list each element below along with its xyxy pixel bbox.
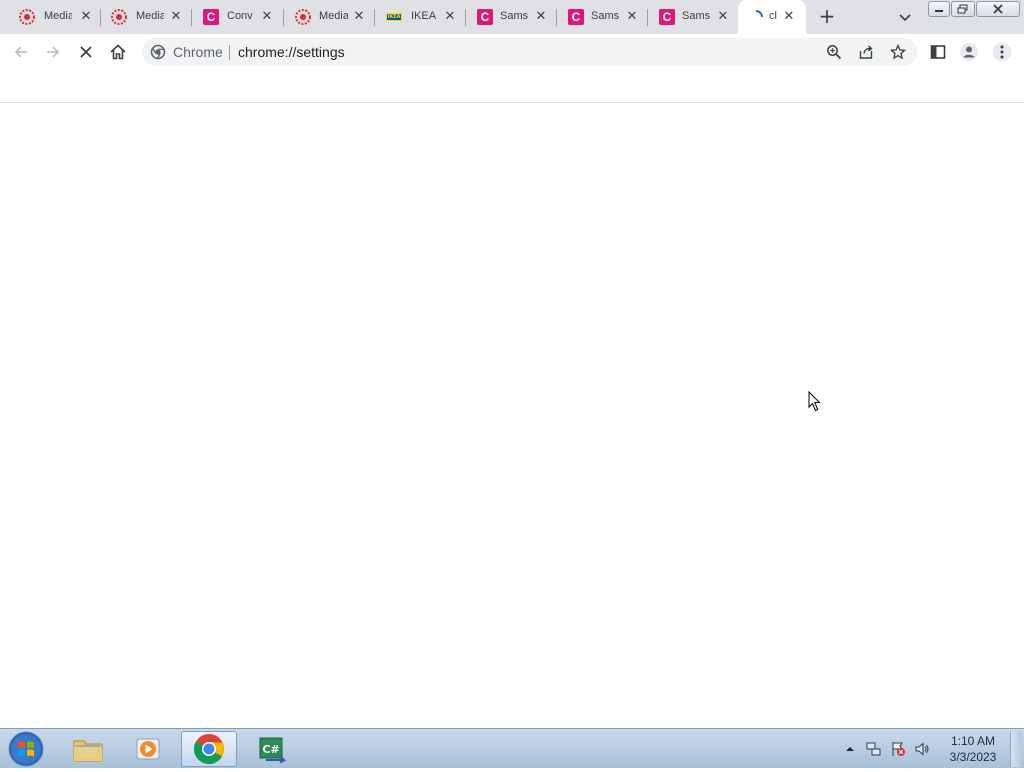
close-icon[interactable]: ✕	[260, 10, 274, 24]
action-center-flag-icon[interactable]	[890, 741, 906, 757]
bookmark-star-icon[interactable]	[889, 43, 907, 61]
home-icon	[110, 44, 126, 60]
mediamarkt-icon	[19, 9, 35, 25]
chrome-icon	[193, 734, 225, 765]
page-content	[0, 103, 1024, 728]
url-text[interactable]: chrome://settings	[238, 44, 345, 60]
close-icon	[993, 4, 1003, 14]
start-button[interactable]	[6, 730, 46, 768]
ikea-icon: IKEA	[386, 13, 402, 21]
mouse-cursor-icon	[808, 390, 822, 412]
toolbar: Chrome chrome://settings	[0, 34, 1024, 70]
close-icon[interactable]: ✕	[782, 10, 796, 24]
csharp-icon: C#	[259, 737, 287, 763]
kebab-menu-icon	[992, 42, 1012, 62]
tab-strip: Media ✕ Media ✕ C Conv ✕ Media ✕ IKEA IK…	[0, 0, 1024, 34]
tab-title: IKEA	[411, 10, 437, 22]
arrow-left-icon	[14, 46, 27, 58]
close-icon[interactable]: ✕	[352, 10, 366, 24]
tab-search-button[interactable]	[896, 8, 914, 26]
settings-header	[0, 70, 1024, 103]
tab-media-2[interactable]: Media ✕	[100, 0, 191, 34]
site-chip: Chrome	[173, 44, 223, 60]
back-button[interactable]	[11, 42, 31, 62]
network-icon[interactable]	[866, 741, 882, 757]
tab-sams-2[interactable]: C Sams ✕	[557, 0, 648, 34]
chrome-menu-button[interactable]	[992, 42, 1012, 62]
close-icon[interactable]: ✕	[169, 10, 183, 24]
csharp-label: C#	[262, 743, 279, 756]
taskbar: C# 1:10 AM 3/3/2023	[0, 728, 1024, 768]
close-icon[interactable]: ✕	[443, 10, 457, 24]
profile-avatar-icon	[960, 43, 978, 61]
chrome-window: Media ✕ Media ✕ C Conv ✕ Media ✕ IKEA IK…	[0, 0, 1024, 728]
tab-sams-1[interactable]: C Sams ✕	[466, 0, 557, 34]
taskbar-clock[interactable]: 1:10 AM 3/3/2023	[940, 733, 1006, 765]
close-icon[interactable]: ✕	[534, 10, 548, 24]
forward-button[interactable]	[43, 42, 63, 62]
clock-time: 1:10 AM	[950, 734, 996, 748]
zoom-icon[interactable]	[825, 43, 843, 61]
show-desktop-button[interactable]	[1010, 731, 1022, 767]
close-icon[interactable]: ✕	[79, 10, 93, 24]
media-player-icon	[136, 738, 160, 760]
c-brand-icon: C	[659, 9, 675, 25]
address-bar[interactable]: Chrome chrome://settings	[142, 38, 918, 66]
tab-media-1[interactable]: Media ✕	[8, 0, 99, 34]
close-window-button[interactable]	[976, 1, 1020, 17]
tab-title: Sams	[500, 10, 528, 22]
c-brand-icon: C	[477, 9, 493, 25]
minimize-icon	[935, 10, 943, 12]
chevron-up-icon	[846, 747, 854, 751]
tab-title: Sams	[591, 10, 619, 22]
taskbar-csharp-app[interactable]: C#	[244, 731, 300, 767]
tab-title: Sams	[682, 10, 710, 22]
tab-ikea[interactable]: IKEA IKEA ✕	[375, 0, 466, 34]
tab-conv[interactable]: C Conv ✕	[192, 0, 283, 34]
windows-orb-icon	[8, 731, 44, 767]
tab-title: Conv	[227, 10, 253, 22]
restore-icon	[957, 4, 968, 14]
arrow-right-icon	[47, 46, 60, 58]
chevron-down-icon	[899, 14, 911, 22]
tab-media-3[interactable]: Media ✕	[284, 0, 375, 34]
home-button[interactable]	[108, 42, 128, 62]
omnibox-divider	[229, 45, 230, 60]
chrome-logo-icon	[149, 43, 167, 61]
tab-sams-3[interactable]: C Sams ✕	[648, 0, 739, 34]
profile-button[interactable]	[959, 42, 979, 62]
taskbar-google-chrome[interactable]	[181, 731, 237, 767]
tab-title: Media	[136, 10, 164, 22]
share-icon[interactable]	[857, 43, 875, 61]
mediamarkt-icon	[111, 9, 127, 25]
c-brand-icon: C	[203, 9, 219, 25]
side-panel-button[interactable]	[928, 42, 948, 62]
folder-icon	[73, 740, 103, 762]
tab-title: Media	[319, 10, 348, 22]
tab-title: cl	[769, 10, 777, 22]
c-brand-icon: C	[568, 9, 584, 25]
tab-title: Media	[44, 10, 72, 22]
taskbar-windows-explorer[interactable]	[60, 731, 116, 767]
close-icon	[80, 46, 92, 58]
side-panel-icon	[930, 45, 946, 59]
show-hidden-icons-button[interactable]	[842, 741, 858, 757]
close-icon[interactable]: ✕	[625, 10, 639, 24]
new-tab-button[interactable]: +	[816, 6, 838, 28]
tab-settings-active[interactable]: cl ✕	[738, 0, 806, 34]
volume-icon[interactable]	[914, 741, 930, 757]
mediamarkt-icon	[295, 9, 311, 25]
stop-loading-button[interactable]	[76, 42, 96, 62]
restore-button[interactable]	[951, 1, 975, 17]
taskbar-media-player[interactable]	[120, 731, 176, 767]
loading-icon	[748, 9, 764, 25]
close-icon[interactable]: ✕	[716, 10, 730, 24]
minimize-button[interactable]	[928, 1, 950, 17]
clock-date: 3/3/2023	[949, 750, 997, 764]
